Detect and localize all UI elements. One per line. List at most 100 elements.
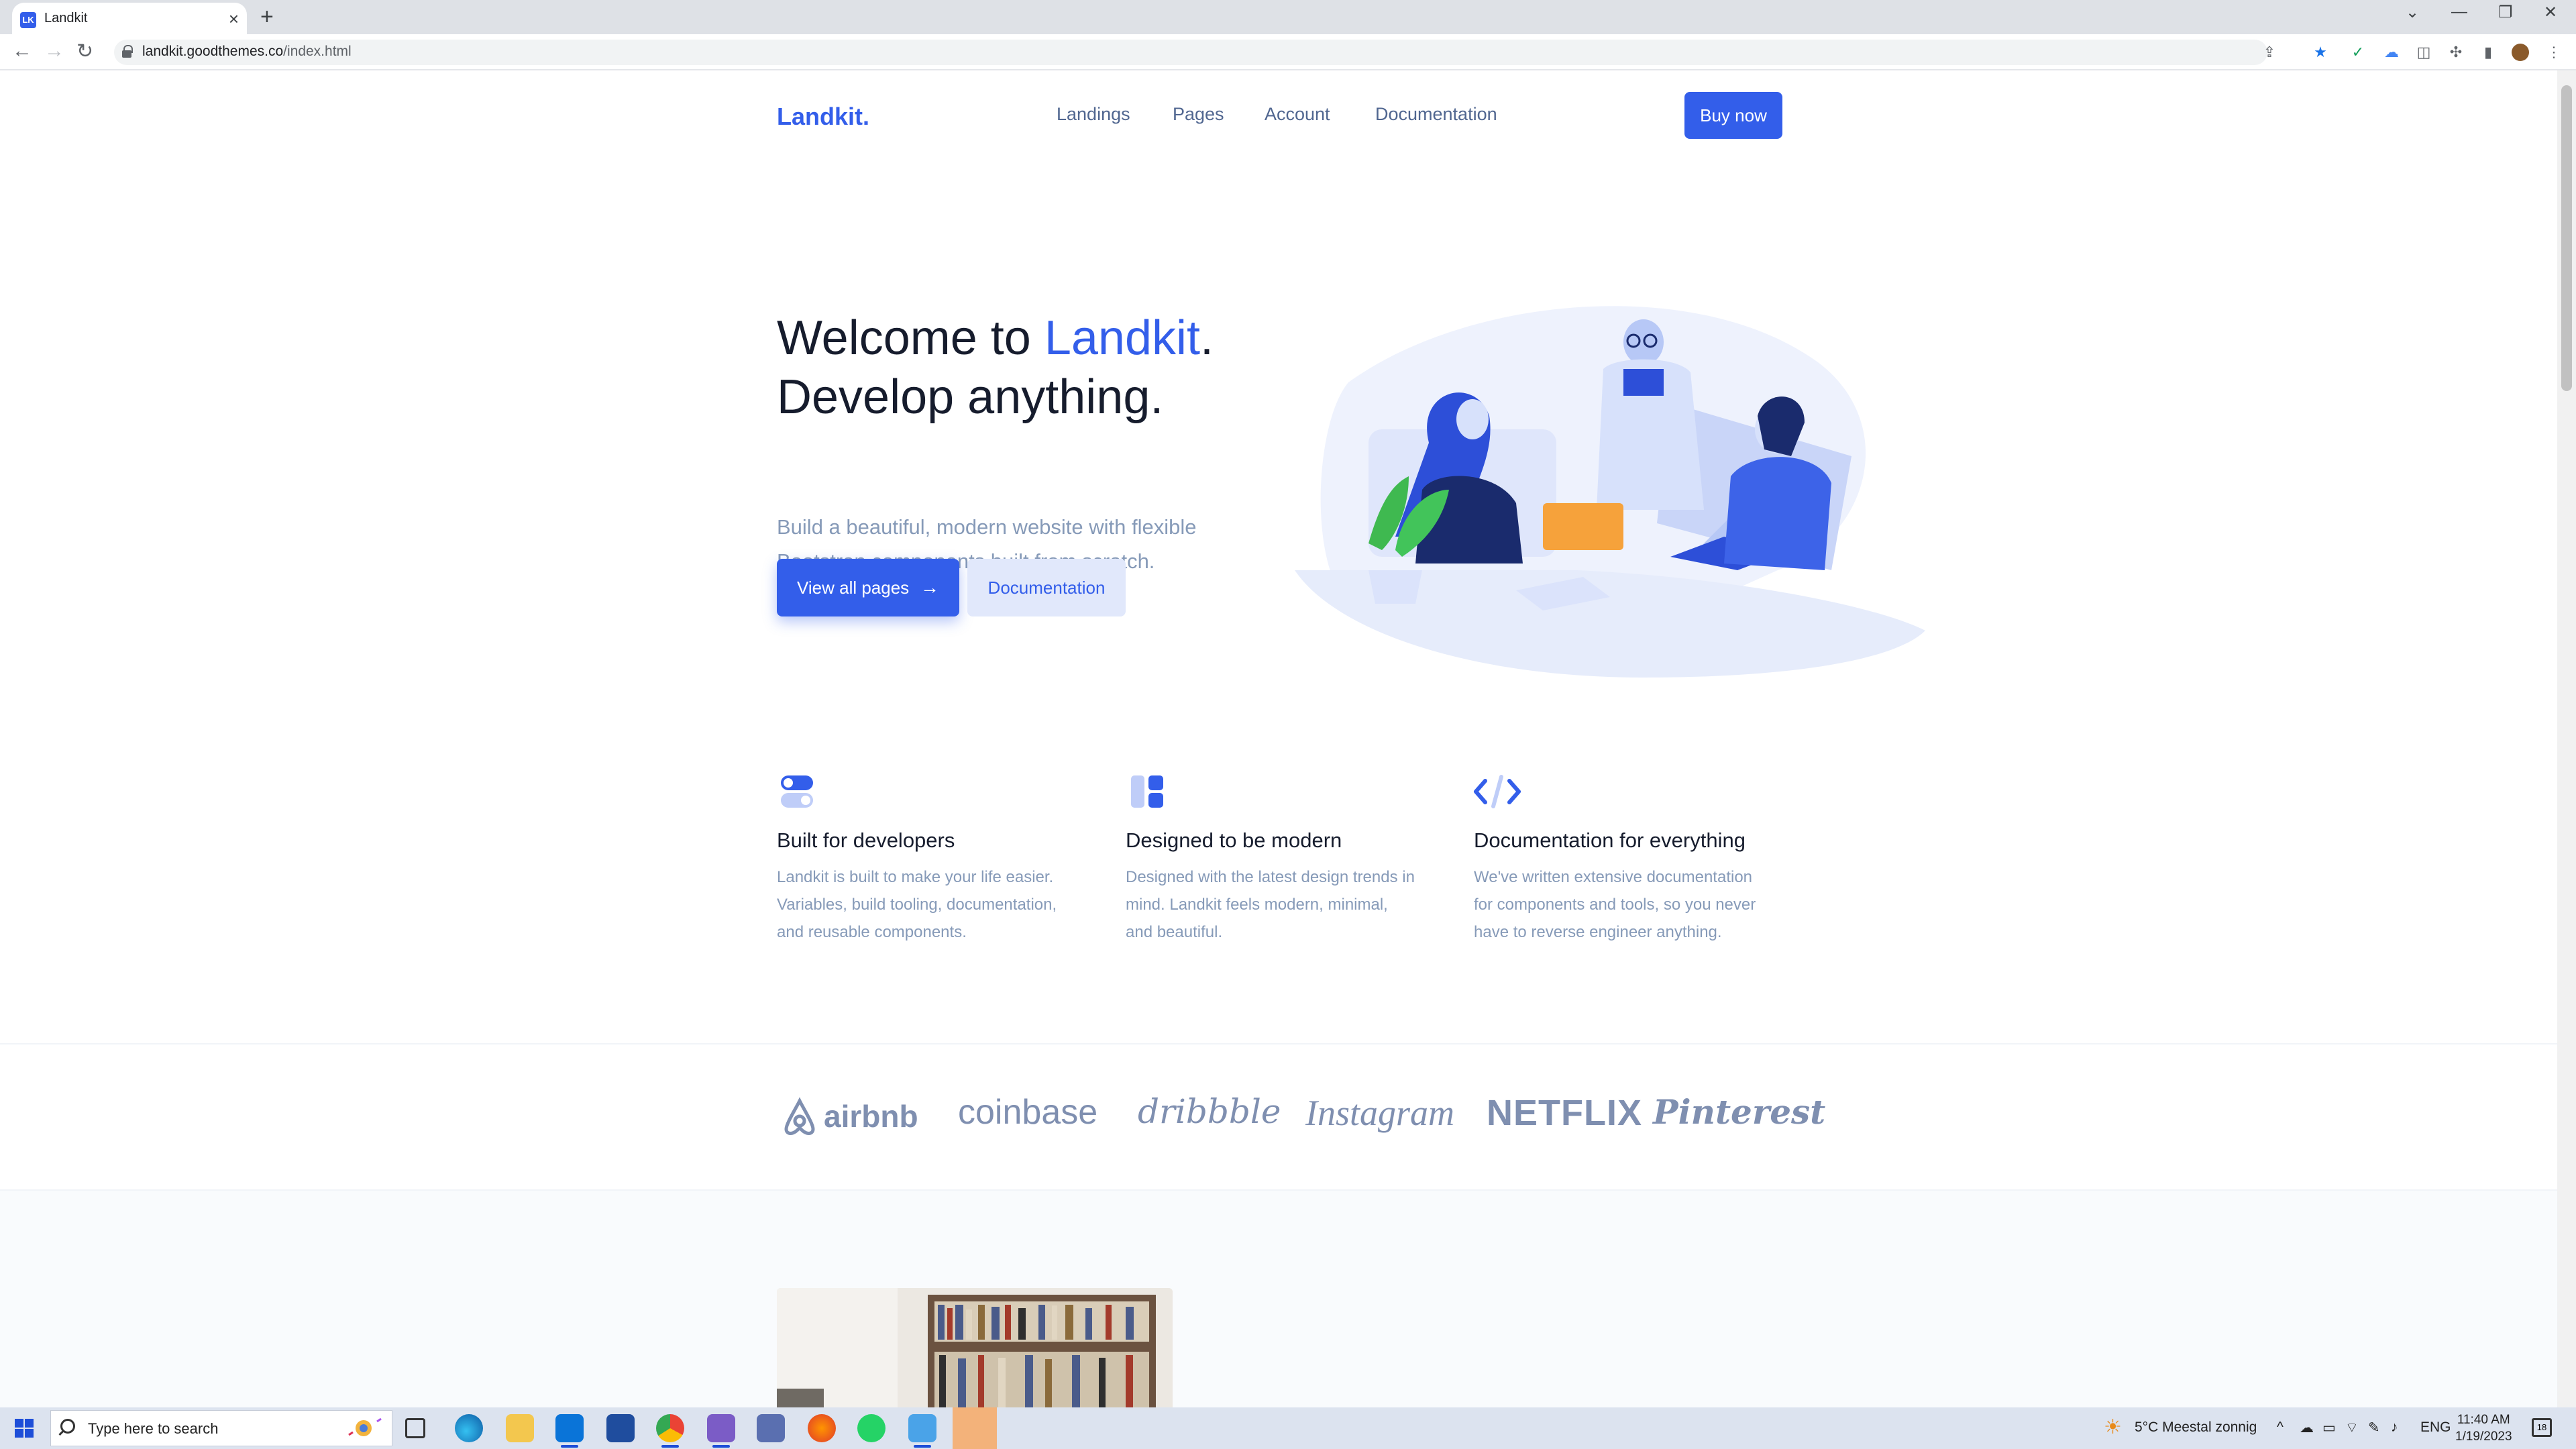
scrollbar-thumb[interactable] <box>2561 85 2572 391</box>
taskbar-clock[interactable]: 11:40 AM 1/19/2023 <box>2455 1411 2512 1445</box>
visual-studio-icon[interactable] <box>707 1414 735 1448</box>
volume-icon[interactable]: ♪ <box>2391 1419 2398 1436</box>
search-placeholder: Type here to search <box>88 1420 219 1437</box>
restore-icon[interactable]: ❐ <box>2498 3 2513 22</box>
logo-netflix: NETFLIX <box>1487 1093 1642 1133</box>
feature-line: Designed with the latest design trends i… <box>1126 868 1415 886</box>
nav-link-account[interactable]: Account <box>1265 104 1330 125</box>
whatsapp-icon[interactable] <box>857 1414 885 1442</box>
hero-title-period: . <box>1199 311 1214 365</box>
hero-lead-line1: Build a beautiful, modern website with f… <box>777 515 1197 539</box>
url-path: /index.html <box>283 44 352 59</box>
orange-box <box>1543 503 1623 550</box>
task-view-icon[interactable] <box>405 1418 425 1438</box>
side-panel-icon[interactable]: ▮ <box>2479 44 2497 61</box>
feature-title-modern: Designed to be modern <box>1126 828 1342 852</box>
brand-logo[interactable]: Landkit. <box>777 103 869 131</box>
tab-title: Landkit <box>44 11 88 25</box>
arrow-right-icon: → <box>920 577 939 598</box>
firefox-icon[interactable] <box>808 1414 836 1442</box>
store-icon[interactable] <box>606 1414 635 1442</box>
minimize-icon[interactable]: — <box>2451 3 2467 21</box>
hero-title-line2: Develop anything. <box>777 370 1164 424</box>
view-all-pages-button[interactable]: View all pages → <box>777 559 959 616</box>
nav-link-documentation[interactable]: Documentation <box>1375 104 1497 125</box>
language-indicator[interactable]: ENG <box>2420 1419 2451 1436</box>
app-icon[interactable] <box>757 1414 785 1442</box>
network-icon[interactable]: ▭ <box>2322 1419 2336 1436</box>
page-scrollbar[interactable] <box>2557 70 2576 1407</box>
show-hidden-icons-icon[interactable]: ^ <box>2277 1419 2284 1436</box>
bookshelf-photo <box>777 1288 1173 1407</box>
feature-text-documentation: We've written extensive documentation fo… <box>1474 863 1789 946</box>
close-window-icon[interactable]: ✕ <box>2544 3 2557 22</box>
new-tab-icon[interactable]: + <box>260 4 274 30</box>
tab-search-icon[interactable]: ⌄ <box>2406 3 2419 22</box>
back-icon[interactable]: ← <box>12 40 32 62</box>
feature-title-developers: Built for developers <box>777 828 955 852</box>
feature-line: We've written extensive documentation <box>1474 868 1753 886</box>
plant-pot <box>1368 570 1422 604</box>
hero-title-prefix: Welcome to <box>777 311 1044 365</box>
favicon-icon: LK <box>20 12 36 28</box>
weather-icon[interactable]: ☀ <box>2104 1415 2122 1439</box>
buy-now-button[interactable]: Buy now <box>1684 92 1782 139</box>
share-icon[interactable]: ⇪ <box>2261 44 2278 61</box>
browser-tab[interactable]: LK Landkit × <box>12 3 247 34</box>
notification-center-icon[interactable]: 18 <box>2532 1418 2552 1437</box>
wifi-icon[interactable]: ⌔ <box>2345 1419 2359 1437</box>
weather-text[interactable]: 5°C Meestal zonnig <box>2135 1419 2257 1436</box>
edge-icon[interactable] <box>455 1414 483 1442</box>
extension-icon-2[interactable]: ◫ <box>2415 44 2432 61</box>
hero-illustration <box>1295 306 1925 678</box>
active-app-icon[interactable] <box>953 1407 997 1449</box>
feature-text-developers: Landkit is built to make your life easie… <box>777 863 1092 946</box>
puzzle-icon[interactable]: ✣ <box>2447 44 2465 61</box>
web-page: Landkit. Landings Pages Account Document… <box>0 70 2557 1407</box>
address-bar[interactable]: landkit.goodthemes.co/index.html ⇪ <box>114 40 2275 65</box>
pen-icon[interactable]: ✎ <box>2368 1419 2380 1436</box>
logo-pinterest: Pinterest <box>1653 1092 1826 1132</box>
forward-icon[interactable]: → <box>44 40 64 62</box>
feature-line: have to reverse engineer anything. <box>1474 923 1722 941</box>
clock-time: 11:40 AM <box>2457 1413 2510 1427</box>
bookmark-star-icon[interactable]: ★ <box>2312 44 2329 61</box>
logo-instagram: Instagram <box>1305 1093 1455 1133</box>
reload-icon[interactable]: ↻ <box>76 40 93 63</box>
hero-title-accent: Landkit <box>1044 311 1200 365</box>
search-icon <box>60 1419 75 1434</box>
lock-icon[interactable] <box>122 45 133 58</box>
feature-line: Variables, build tooling, documentation, <box>777 896 1057 914</box>
nav-link-landings[interactable]: Landings <box>1057 104 1130 125</box>
person-man-body <box>1724 457 1831 570</box>
next-section <box>0 1189 2557 1407</box>
profile-avatar[interactable] <box>2512 44 2529 61</box>
feature-line: and beautiful. <box>1126 923 1223 941</box>
feature-line: for components and tools, so you never <box>1474 896 1756 914</box>
feature-line: mind. Landkit feels modern, minimal, <box>1126 896 1388 914</box>
nav-link-pages[interactable]: Pages <box>1173 104 1224 125</box>
documentation-button[interactable]: Documentation <box>967 559 1126 616</box>
chrome-icon[interactable] <box>656 1414 684 1448</box>
logo-dribbble: dribbble <box>1138 1092 1281 1131</box>
browser-menu-icon[interactable]: ⋮ <box>2545 44 2563 61</box>
airbnb-icon <box>784 1097 815 1135</box>
taskbar-search-box[interactable]: Type here to search <box>50 1410 392 1446</box>
extension-icon[interactable]: ✓ <box>2349 44 2367 61</box>
close-tab-icon[interactable]: × <box>229 9 239 30</box>
toggle-icon <box>781 775 813 808</box>
feature-title-documentation: Documentation for everything <box>1474 828 1746 852</box>
vscode-icon[interactable] <box>555 1414 584 1448</box>
url-text: landkit.goodthemes.co/index.html <box>142 44 352 60</box>
browser-tab-strip: LK Landkit × + ⌄ — ❐ ✕ <box>0 0 2576 34</box>
onedrive-icon[interactable]: ☁ <box>2300 1419 2314 1436</box>
hero-title: Welcome to Landkit. Develop anything. <box>777 309 1214 427</box>
file-explorer-icon[interactable] <box>506 1414 534 1442</box>
windows-start-icon[interactable] <box>15 1419 34 1438</box>
search-highlight-icon <box>348 1417 382 1436</box>
section-divider <box>0 1043 2557 1044</box>
layout-icon <box>1131 775 1163 808</box>
flutter-icon[interactable] <box>908 1414 936 1448</box>
cloud-extension-icon[interactable]: ☁ <box>2383 44 2400 61</box>
logo-coinbase: coinbase <box>958 1093 1098 1132</box>
